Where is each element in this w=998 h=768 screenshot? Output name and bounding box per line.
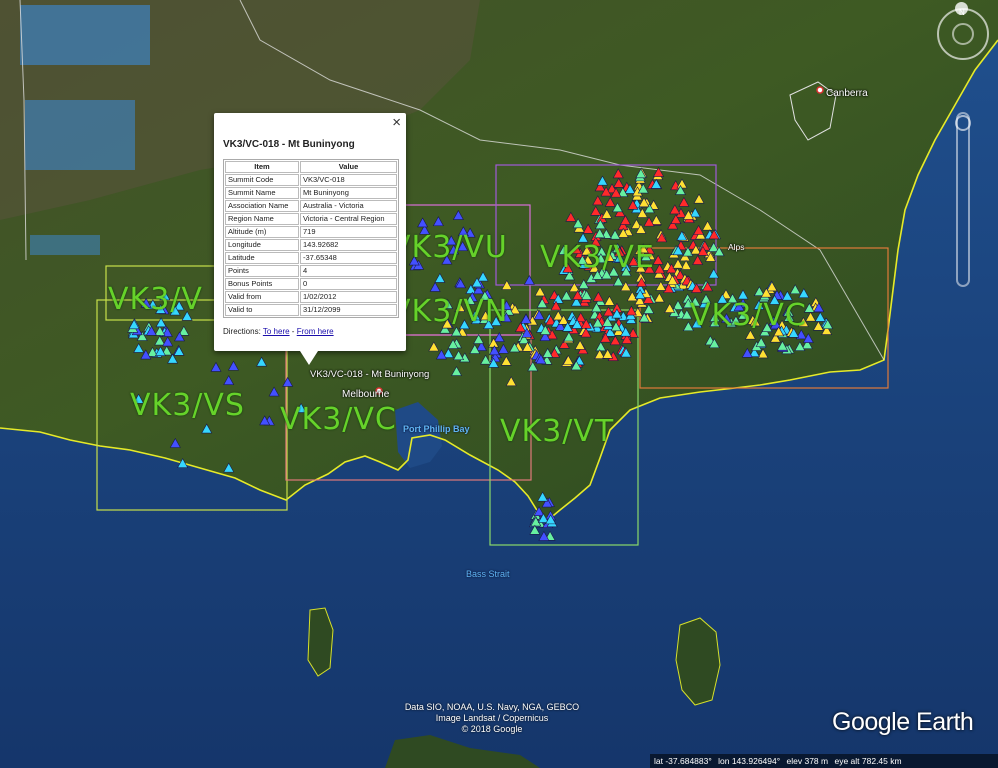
table-header-row: Item Value [225, 161, 397, 173]
place-alps: Alps [728, 242, 745, 252]
column-header-value: Value [300, 161, 397, 173]
table-row: Longitude 143.92682 [225, 239, 397, 251]
place-melbourne: Melbourne [342, 389, 390, 400]
north-indicator: N [959, 8, 965, 17]
row-value: Australia - Victoria [300, 200, 397, 212]
row-item: Latitude [225, 252, 299, 264]
region-label-ve: VK3/VE [540, 240, 655, 275]
table-row: Region Name Victoria - Central Region [225, 213, 397, 225]
close-icon[interactable]: × [392, 114, 401, 131]
table-row: Latitude -37.65348 [225, 252, 397, 264]
flood-overlay [25, 100, 135, 170]
status-longitude: lon 143.926494° [718, 756, 781, 766]
summit-info-rows: Summit Code VK3/VC-018 Summit Name Mt Bunin… [225, 174, 397, 316]
column-header-item: Item [225, 161, 299, 173]
row-item: Bonus Points [225, 278, 299, 290]
row-item: Region Name [225, 213, 299, 225]
row-value: 143.92682 [300, 239, 397, 251]
region-label-vn: VK3/VN [390, 294, 509, 329]
table-row: Summit Code VK3/VC-018 [225, 174, 397, 186]
region-label-vw: VK3/V [108, 282, 203, 317]
row-item: Longitude [225, 239, 299, 251]
table-row: Bonus Points 0 [225, 278, 397, 290]
table-row: Association Name Australia - Victoria [225, 200, 397, 212]
table-row: Valid from 1/02/2012 [225, 291, 397, 303]
row-value: 1/02/2012 [300, 291, 397, 303]
water-port-phillip-bay: Port Phillip Bay [403, 424, 470, 434]
look-joystick[interactable] [952, 23, 974, 45]
directions: Directions: To here - From here [223, 327, 334, 336]
region-label-vs: VK3/VS [130, 388, 245, 423]
row-value: -37.65348 [300, 252, 397, 264]
place-summit-label: VK3/VC-018 - Mt Buninyong [310, 369, 430, 380]
place-canberra: Canberra [826, 88, 868, 99]
row-value: Mt Buninyong [300, 187, 397, 199]
flood-overlay [20, 5, 150, 65]
attribution-copyright: © 2018 Google [461, 724, 523, 734]
region-label-vu: VK3/VU [390, 230, 508, 265]
zoom-slider[interactable] [956, 112, 970, 287]
from-here-link[interactable]: From here [297, 327, 334, 336]
row-value: 719 [300, 226, 397, 238]
region-label-vc: VK3/VC [280, 402, 397, 437]
attribution: Data SIO, NOAA, U.S. Navy, NGA, GEBCO Im… [404, 702, 580, 735]
attribution-image: Image Landsat / Copernicus [435, 713, 549, 723]
row-value: VK3/VC-018 [300, 174, 397, 186]
compass-control[interactable]: N [937, 8, 989, 60]
status-eye-altitude: eye alt 782.45 km [834, 756, 902, 766]
status-latitude: lat -37.684883° [654, 756, 712, 766]
region-label-vt: VK3/VT [500, 414, 615, 449]
google-earth-logo: Google Earth [832, 708, 974, 736]
row-item: Valid from [225, 291, 299, 303]
row-value: Victoria - Central Region [300, 213, 397, 225]
row-item: Summit Name [225, 187, 299, 199]
directions-label: Directions: [223, 327, 261, 336]
zoom-handle[interactable] [955, 115, 971, 131]
summit-info-table: Item Value Summit Code VK3/VC-018 Summit N… [223, 159, 399, 318]
to-here-link[interactable]: To here [263, 327, 290, 336]
row-item: Altitude (m) [225, 226, 299, 238]
table-row: Points 4 [225, 265, 397, 277]
row-value: 31/12/2099 [300, 304, 397, 316]
table-row: Summit Name Mt Buninyong [225, 187, 397, 199]
row-value: 4 [300, 265, 397, 277]
popup-title: VK3/VC-018 - Mt Buninyong [223, 139, 355, 150]
region-label-vc-east: VK3/VC [690, 298, 807, 333]
flood-overlay [30, 235, 100, 255]
row-value: 0 [300, 278, 397, 290]
water-bass-strait: Bass Strait [466, 569, 510, 579]
status-bar: lat -37.684883° lon 143.926494° elev 378… [650, 754, 998, 768]
table-row: Valid to 31/12/2099 [225, 304, 397, 316]
table-row: Altitude (m) 719 [225, 226, 397, 238]
summit-info-popup: × VK3/VC-018 - Mt Buninyong Item Value S… [214, 113, 406, 365]
status-elevation: elev 378 m [786, 756, 829, 766]
directions-separator: - [291, 327, 295, 336]
attribution-data: Data SIO, NOAA, U.S. Navy, NGA, GEBCO [404, 702, 580, 712]
row-item: Valid to [225, 304, 299, 316]
canberra-marker [816, 86, 824, 94]
satellite-map[interactable] [0, 0, 998, 768]
row-item: Association Name [225, 200, 299, 212]
row-item: Summit Code [225, 174, 299, 186]
row-item: Points [225, 265, 299, 277]
